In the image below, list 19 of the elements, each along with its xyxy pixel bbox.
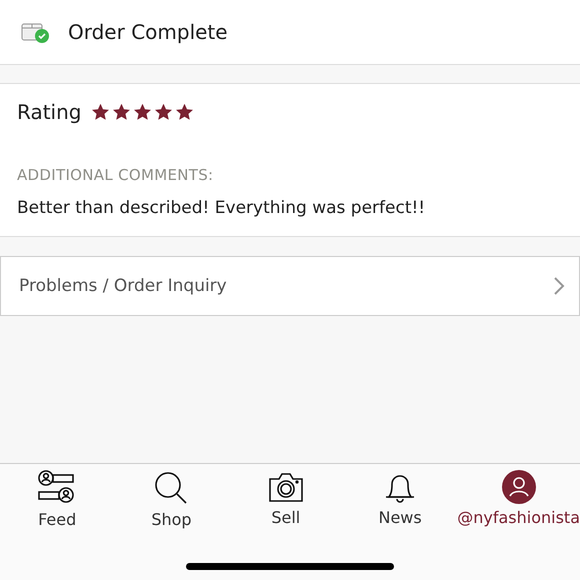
star-icon — [91, 103, 110, 121]
avatar-icon — [502, 470, 536, 504]
order-inquiry-row[interactable]: Problems / Order Inquiry — [0, 256, 580, 316]
tab[interactable]: Feed — [0, 470, 114, 529]
comment-text: Better than described! Everything was perfect!! — [17, 198, 426, 218]
tab[interactable]: Shop — [114, 470, 229, 529]
search-icon — [153, 470, 190, 506]
rating-label: Rating — [17, 100, 82, 124]
camera-icon — [268, 470, 304, 504]
tab[interactable]: @nyfashionista — [457, 470, 580, 529]
chevron-icon — [553, 276, 565, 296]
star-icon — [112, 103, 132, 121]
tab[interactable]: Sell — [228, 470, 343, 529]
tab[interactable]: News — [342, 470, 458, 529]
comments-heading: ADDITIONAL COMMENTS: — [17, 166, 214, 184]
star-icon — [154, 103, 174, 121]
star-icon — [133, 103, 152, 121]
star-icon — [175, 103, 194, 121]
page-title: Order Complete — [68, 20, 228, 44]
